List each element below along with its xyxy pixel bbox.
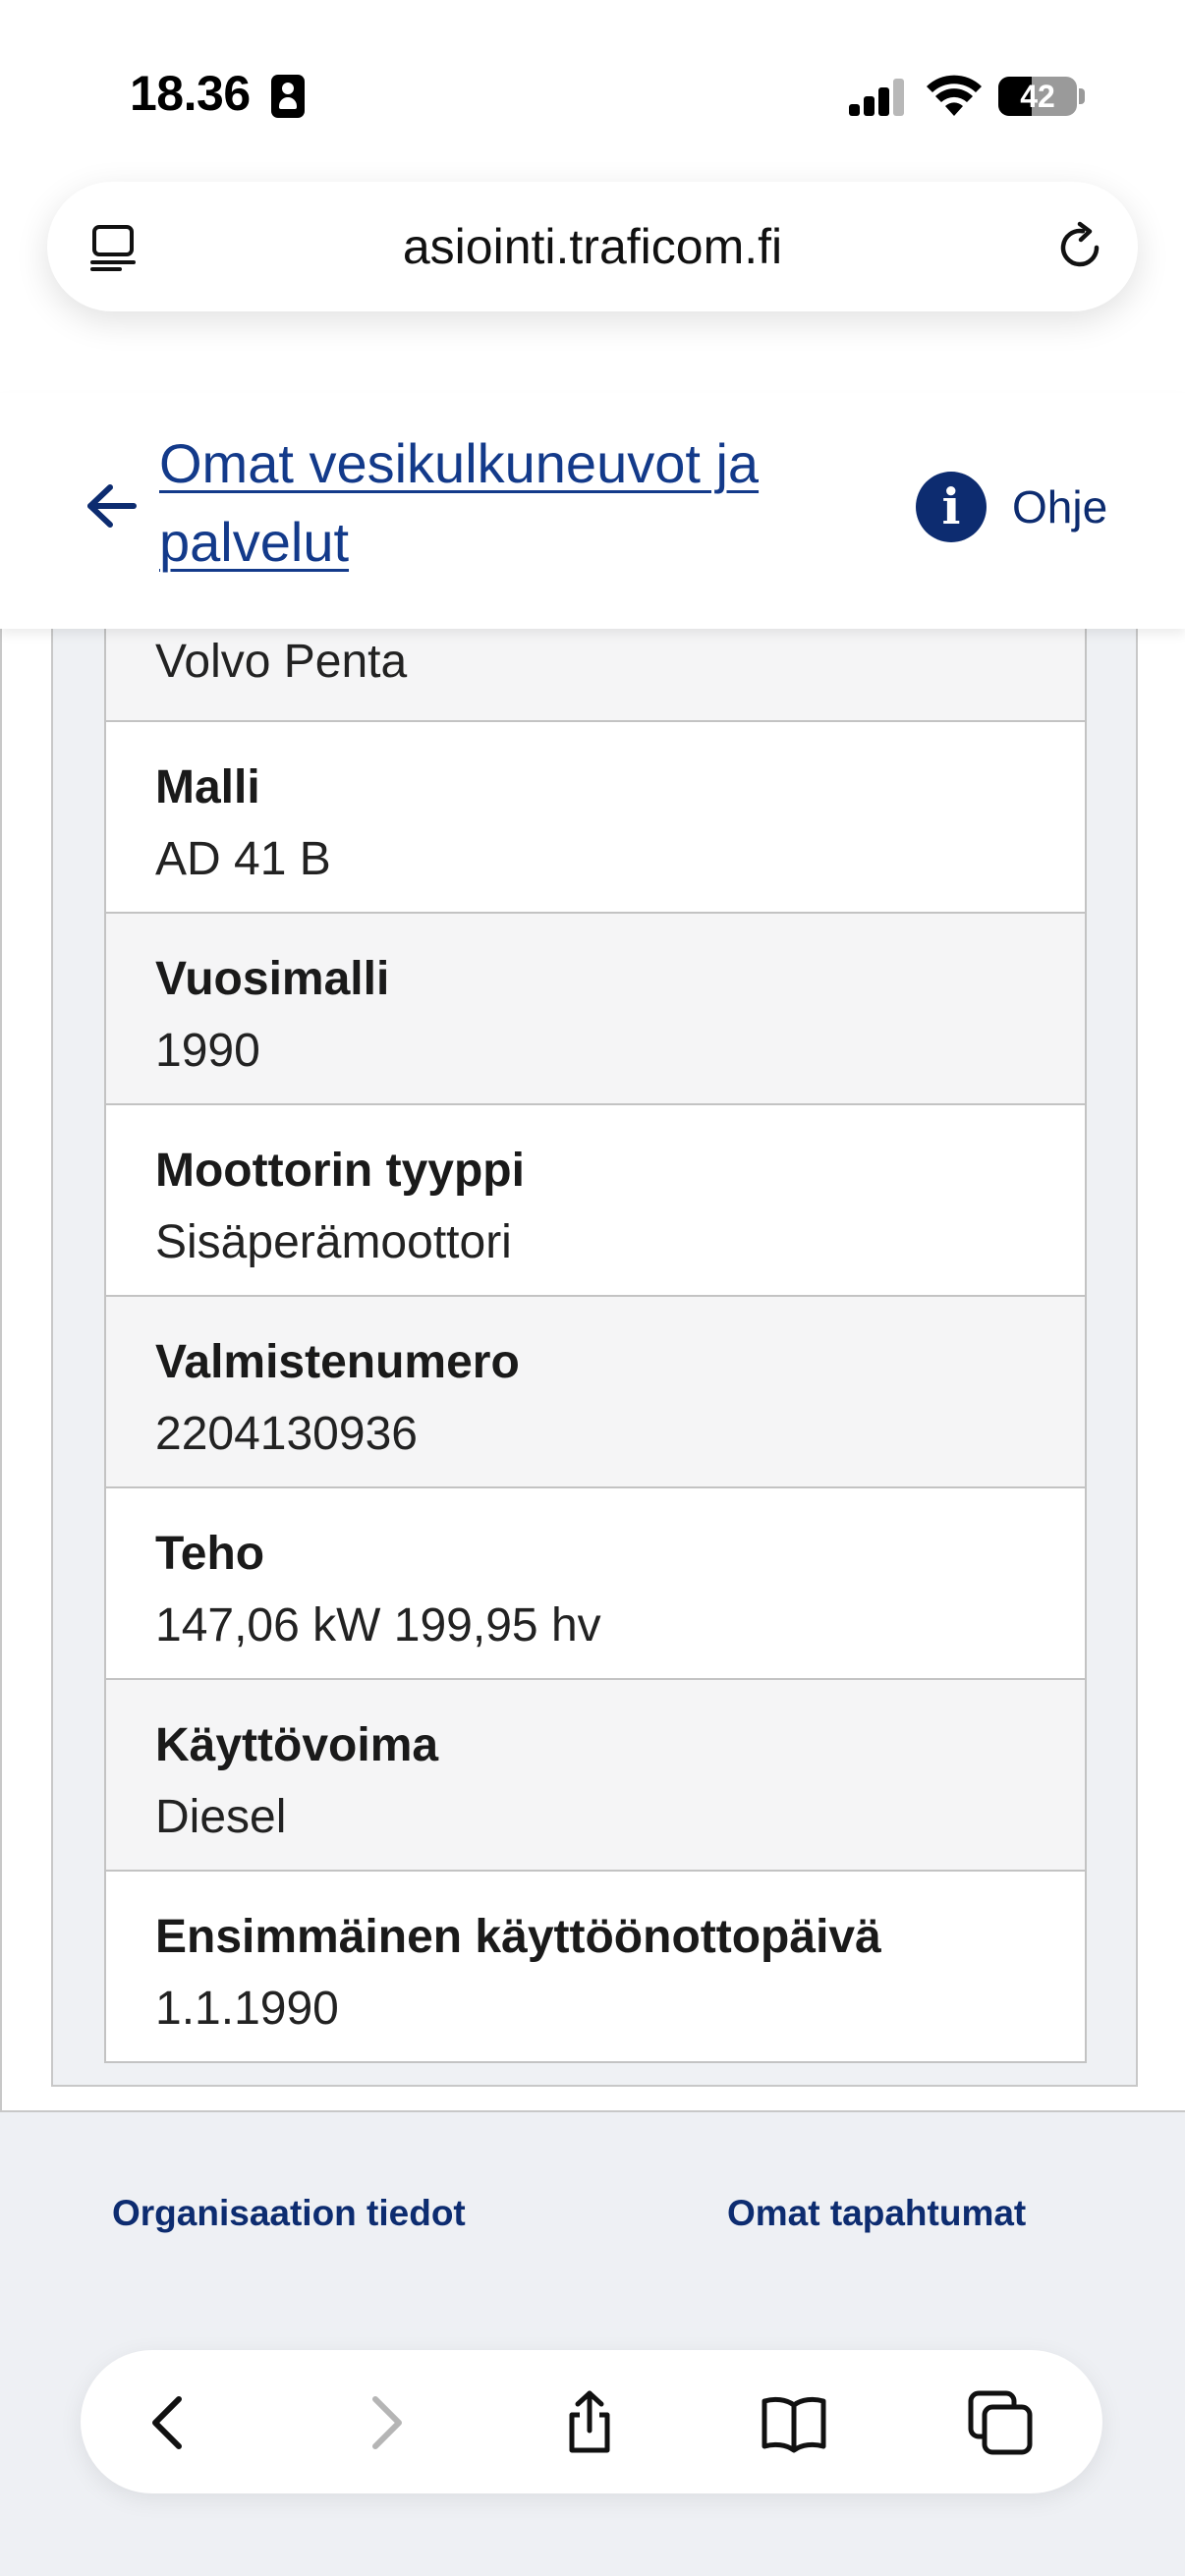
reload-icon[interactable] xyxy=(1053,221,1106,274)
details-row: Teho 147,06 kW 199,95 hv xyxy=(104,1488,1087,1680)
info-icon[interactable]: i xyxy=(916,472,987,542)
details-row: Moottorin tyyppi Sisäperämoottori xyxy=(104,1105,1087,1297)
browser-toolbar xyxy=(81,2350,1102,2493)
details-label: Ensimmäinen käyttöönottopäivä xyxy=(155,1911,881,1963)
wifi-icon xyxy=(927,75,982,116)
details-value: AD 41 B xyxy=(155,833,331,885)
details-label: Moottorin tyyppi xyxy=(155,1145,525,1197)
details-label: Teho xyxy=(155,1528,265,1580)
url-text[interactable]: asiointi.traficom.fi xyxy=(47,182,1138,311)
bookmarks-icon[interactable] xyxy=(761,2389,827,2456)
arrow-left-icon[interactable] xyxy=(85,481,140,531)
battery-tip xyxy=(1079,88,1085,104)
back-link[interactable]: Omat vesikulkuneuvot ja palvelut xyxy=(159,424,847,582)
contact-card-icon xyxy=(271,75,305,118)
details-label: Vuosimalli xyxy=(155,953,390,1005)
details-value: 147,06 kW 199,95 hv xyxy=(155,1599,601,1652)
details-list: Volvo Penta Malli AD 41 B Vuosimalli 199… xyxy=(104,629,1087,2063)
my-events-link[interactable]: Omat tapahtumat xyxy=(727,2193,1026,2234)
status-time: 18.36 xyxy=(130,66,251,121)
details-label: Valmistenumero xyxy=(155,1336,520,1388)
details-label: Malli xyxy=(155,761,260,813)
manufacturer-value: Volvo Penta xyxy=(155,636,408,688)
details-value: 1990 xyxy=(155,1025,260,1077)
details-value: 1.1.1990 xyxy=(155,1983,339,2035)
details-label: Käyttövoima xyxy=(155,1719,439,1771)
page-header: Omat vesikulkuneuvot ja palvelut i Ohje xyxy=(0,393,1185,629)
details-row: Vuosimalli 1990 xyxy=(104,914,1087,1105)
address-bar[interactable]: asiointi.traficom.fi xyxy=(47,182,1138,311)
details-row: Valmistenumero 2204130936 xyxy=(104,1297,1087,1488)
help-link[interactable]: Ohje xyxy=(1012,477,1107,536)
browser-address-area: asiointi.traficom.fi xyxy=(0,182,1185,393)
details-row-manufacturer: Volvo Penta xyxy=(104,629,1087,722)
forward-icon xyxy=(372,2396,402,2449)
details-row: Käyttövoima Diesel xyxy=(104,1680,1087,1872)
details-row: Malli AD 41 B xyxy=(104,722,1087,914)
battery-percent: 42 xyxy=(1020,79,1055,114)
status-bar: 18.36 42 xyxy=(0,0,1185,182)
tabs-icon[interactable] xyxy=(967,2389,1034,2456)
back-icon[interactable] xyxy=(138,2389,204,2456)
details-value: 2204130936 xyxy=(155,1408,418,1460)
share-icon[interactable] xyxy=(556,2389,623,2456)
details-value: Diesel xyxy=(155,1791,287,1843)
cellular-signal-icon xyxy=(849,79,906,116)
battery-icon: 42 xyxy=(998,77,1077,116)
engine-details-card: Volvo Penta Malli AD 41 B Vuosimalli 199… xyxy=(0,629,1185,2112)
details-value: Sisäperämoottori xyxy=(155,1216,512,1268)
details-row: Ensimmäinen käyttöönottopäivä 1.1.1990 xyxy=(104,1872,1087,2063)
engine-details-panel: Volvo Penta Malli AD 41 B Vuosimalli 199… xyxy=(51,629,1138,2087)
organisation-info-link[interactable]: Organisaation tiedot xyxy=(112,2193,466,2234)
